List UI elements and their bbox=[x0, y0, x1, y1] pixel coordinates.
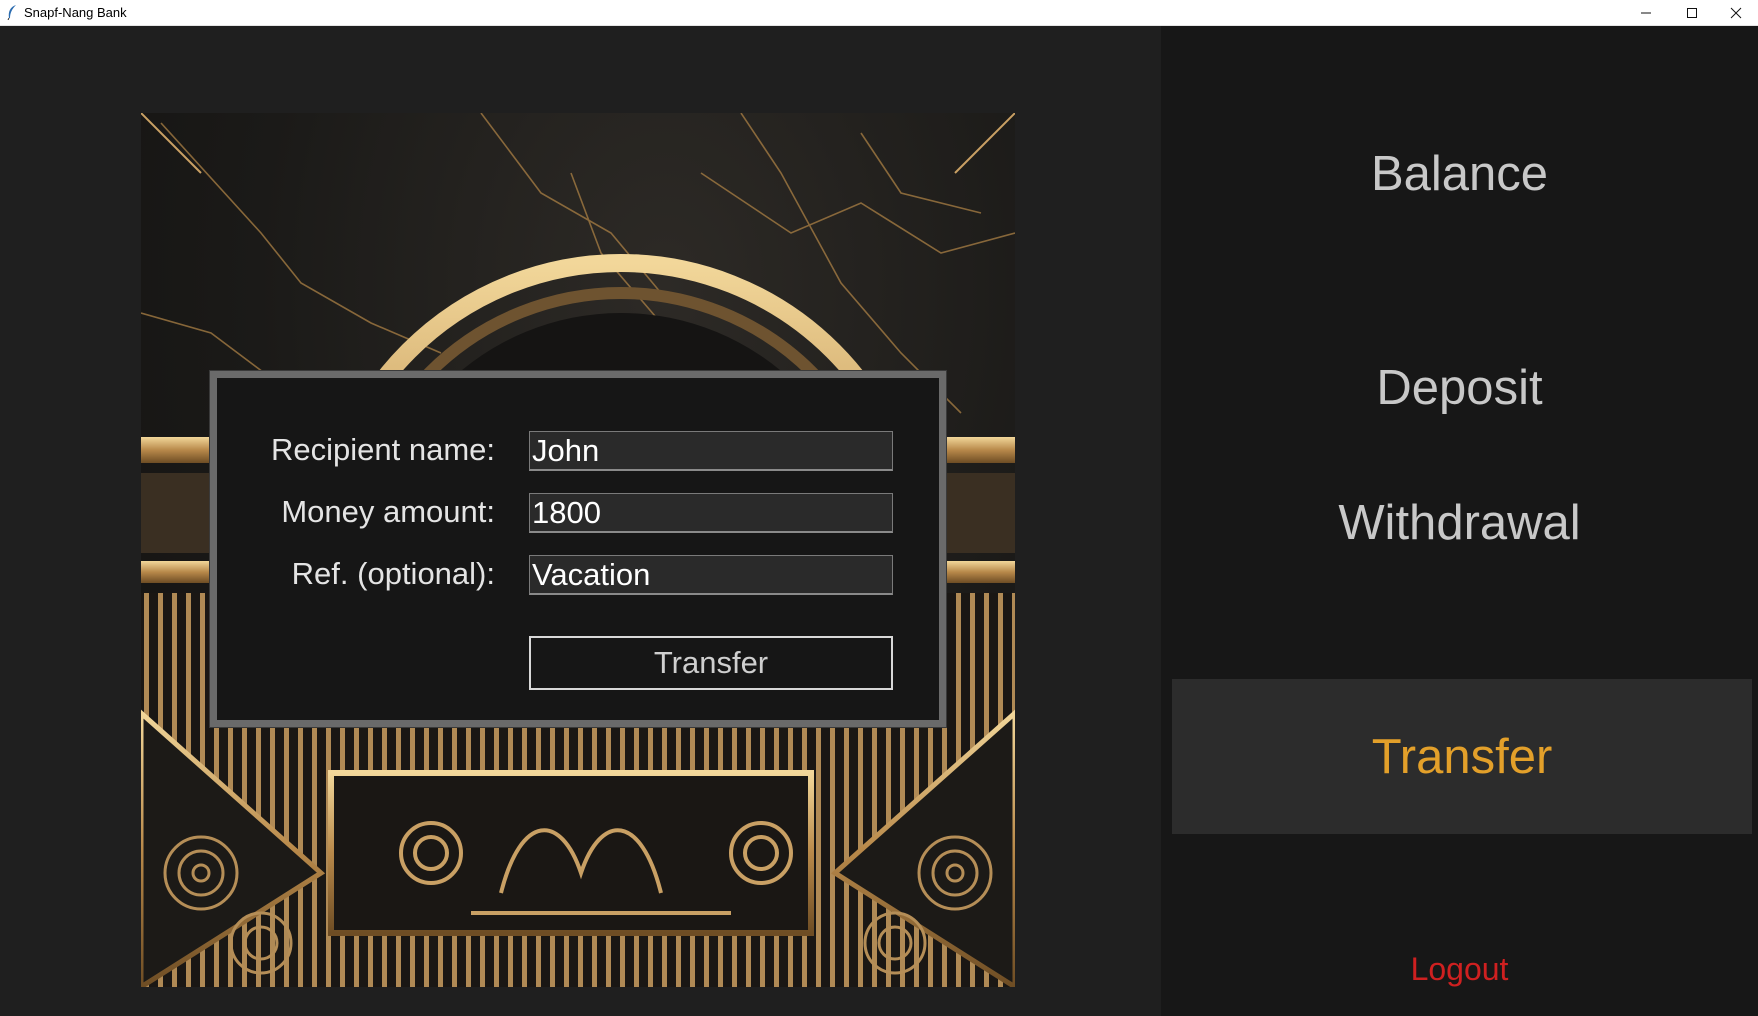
menu-withdrawal-button[interactable]: Withdrawal bbox=[1161, 495, 1758, 551]
recipient-name-label: Recipient name: bbox=[270, 432, 495, 467]
transfer-form: Recipient name: Money amount: Ref. (opti… bbox=[209, 370, 947, 728]
reference-label: Ref. (optional): bbox=[291, 556, 495, 591]
transfer-submit-button[interactable]: Transfer bbox=[529, 636, 893, 690]
reference-input[interactable] bbox=[529, 555, 893, 595]
minimize-icon[interactable] bbox=[1624, 0, 1668, 26]
window-title: Snapf-Nang Bank bbox=[24, 5, 127, 20]
money-amount-label: Money amount: bbox=[281, 494, 495, 529]
close-icon[interactable] bbox=[1714, 0, 1758, 26]
navigation-menu: Balance Deposit Withdrawal Transfer Logo… bbox=[1161, 26, 1758, 1016]
menu-transfer-button[interactable]: Transfer bbox=[1172, 679, 1752, 834]
content-panel: Recipient name: Money amount: Ref. (opti… bbox=[0, 26, 1161, 1016]
recipient-name-input[interactable] bbox=[529, 431, 893, 471]
menu-balance-button[interactable]: Balance bbox=[1161, 146, 1758, 202]
feather-icon bbox=[7, 5, 16, 20]
window-titlebar: Snapf-Nang Bank bbox=[0, 0, 1758, 26]
money-amount-input[interactable] bbox=[529, 493, 893, 533]
maximize-icon[interactable] bbox=[1670, 0, 1714, 26]
logout-button[interactable]: Logout bbox=[1161, 951, 1758, 988]
menu-deposit-button[interactable]: Deposit bbox=[1161, 360, 1758, 416]
